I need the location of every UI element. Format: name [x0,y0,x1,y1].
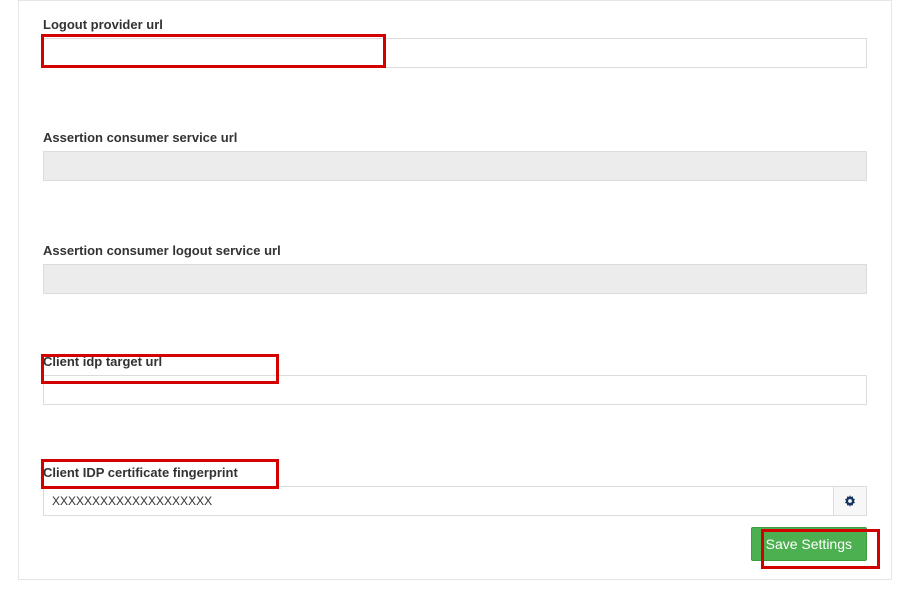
label-acs-url: Assertion consumer service url [43,130,867,145]
label-client-idp-target-url: Client idp target url [43,354,867,369]
spacer [43,294,867,334]
spacer [43,181,867,223]
input-acs-logout-url [43,264,867,294]
fingerprint-settings-button[interactable] [833,486,867,516]
label-acs-logout-url: Assertion consumer logout service url [43,243,867,258]
field-acs-url: Assertion consumer service url [43,130,867,181]
save-settings-button[interactable]: Save Settings [751,527,867,561]
field-logout-provider-url: Logout provider url [43,17,867,68]
spacer [43,68,867,110]
label-logout-provider-url: Logout provider url [43,17,867,32]
fingerprint-input-group [43,486,867,516]
input-client-idp-fingerprint[interactable] [43,486,833,516]
spacer [43,405,867,445]
input-logout-provider-url[interactable] [43,38,867,68]
input-client-idp-target-url[interactable] [43,375,867,405]
field-acs-logout-url: Assertion consumer logout service url [43,243,867,294]
field-client-idp-target-url: Client idp target url [43,354,867,405]
input-acs-url [43,151,867,181]
label-client-idp-fingerprint: Client IDP certificate fingerprint [43,465,867,480]
gear-icon [843,494,857,508]
settings-panel: Logout provider url Assertion consumer s… [18,0,892,580]
field-client-idp-fingerprint: Client IDP certificate fingerprint [43,465,867,516]
action-row: Save Settings [751,527,867,561]
